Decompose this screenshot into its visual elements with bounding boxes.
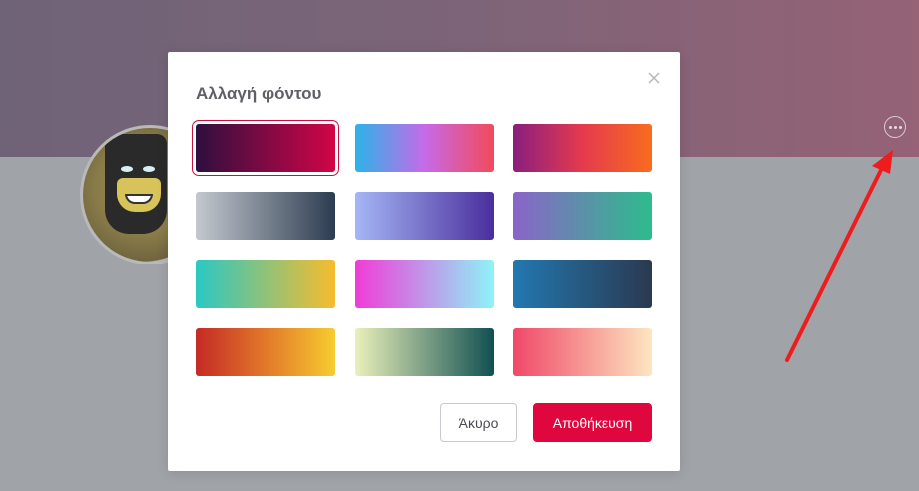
background-swatch[interactable] xyxy=(355,260,494,308)
close-icon[interactable] xyxy=(646,70,662,86)
background-swatch[interactable] xyxy=(196,124,335,172)
background-swatch[interactable] xyxy=(196,260,335,308)
background-swatch[interactable] xyxy=(196,192,335,240)
cancel-button[interactable]: Άκυρο xyxy=(440,403,517,442)
background-swatch[interactable] xyxy=(513,260,652,308)
background-swatch[interactable] xyxy=(513,192,652,240)
background-swatch[interactable] xyxy=(355,328,494,376)
more-options-icon[interactable] xyxy=(884,116,906,138)
background-swatch[interactable] xyxy=(513,328,652,376)
background-swatch[interactable] xyxy=(355,192,494,240)
background-swatch[interactable] xyxy=(513,124,652,172)
background-swatch[interactable] xyxy=(196,328,335,376)
change-background-modal: Αλλαγή φόντου Άκυρο Αποθήκευση xyxy=(168,52,680,471)
modal-title: Αλλαγή φόντου xyxy=(196,84,322,103)
background-swatch[interactable] xyxy=(355,124,494,172)
save-button[interactable]: Αποθήκευση xyxy=(533,403,652,442)
